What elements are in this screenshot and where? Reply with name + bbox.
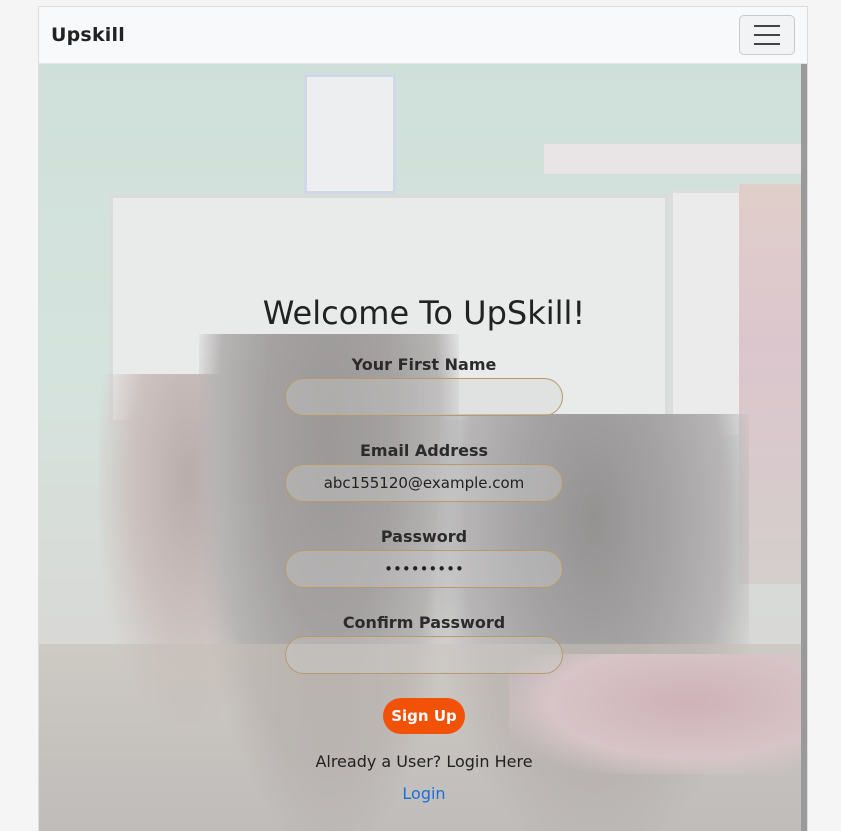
first-name-label: Your First Name [351,355,497,374]
hamburger-menu-icon [754,43,780,45]
already-user-text: Already a User? Login Here [315,752,533,771]
confirm-password-label: Confirm Password [342,613,506,632]
email-label: Email Address [359,441,488,460]
page-title: Welcome To UpSkill! [262,294,586,332]
navbar-toggle-button[interactable] [739,15,795,55]
hamburger-menu-icon [754,34,780,36]
top-navbar: Upskill [39,7,807,64]
signup-hero-section: Welcome To UpSkill! Your First Name Emai… [39,64,807,831]
sign-up-button[interactable]: Sign Up [383,698,465,734]
hamburger-menu-icon [754,25,780,27]
signup-form: Welcome To UpSkill! Your First Name Emai… [39,64,807,831]
confirm-password-input[interactable] [285,636,563,674]
email-input[interactable] [285,464,563,502]
login-link[interactable]: Login [39,784,807,803]
password-input[interactable] [285,550,563,588]
browser-viewport: Upskill Welcome To UpSkill! Your First N… [38,6,808,831]
brand-logo[interactable]: Upskill [51,24,125,46]
password-label: Password [380,527,468,546]
first-name-input[interactable] [285,378,563,416]
